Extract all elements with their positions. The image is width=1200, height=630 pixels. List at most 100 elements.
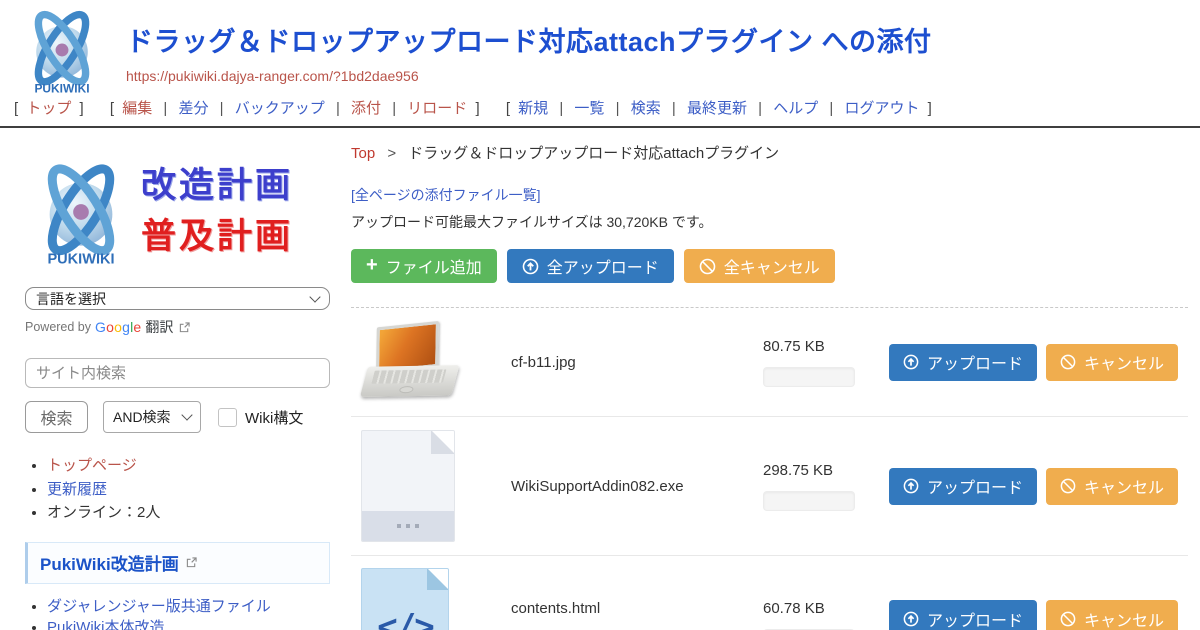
cancel-button[interactable]: キャンセル — [1046, 600, 1178, 630]
nav-item-recent[interactable]: 最終更新 — [687, 100, 747, 117]
plus-icon: + — [366, 255, 378, 275]
nav-item-list[interactable]: 一覧 — [574, 100, 604, 117]
sidebar-quick-links: トップページ 更新履歴 オンライン：2人 — [47, 455, 330, 525]
translate-link[interactable]: 翻訳 — [145, 317, 173, 337]
laptop-photo-thumbnail — [360, 322, 463, 401]
nav-item-help[interactable]: ヘルプ — [773, 100, 818, 117]
upload-all-button[interactable]: 全アップロード — [507, 249, 674, 283]
logo-wordmark: PUKIWIKI — [34, 81, 89, 95]
pukiwiki-logo[interactable]: PUKIWIKI — [16, 4, 108, 96]
pipe-separator: | — [392, 100, 396, 117]
header-text: ドラッグ＆ドロップアップロード対応attachプラグイン への添付 https:… — [126, 20, 932, 86]
sidebar-item-core-mod[interactable]: PukiWiki本体改造 — [47, 619, 165, 630]
all-attachments-link[interactable]: [全ページの添付ファイル一覧] — [351, 185, 541, 205]
sidebar: PUKIWIKI 改造計画 普及計画 言語を選択 Powered by Goog… — [0, 128, 345, 630]
sidebar-item-common-files[interactable]: ダジャレンジャー版共通ファイル — [47, 598, 271, 615]
nav-item-edit[interactable]: 編集 — [122, 100, 152, 117]
file-thumbnail — [351, 430, 511, 542]
powered-by-label: Powered by — [25, 320, 91, 334]
upload-toolbar: + ファイル追加 全アップロード 全キャンセル — [351, 249, 1188, 283]
file-name: contents.html — [511, 600, 761, 617]
html-file-icon: </> — [361, 568, 449, 630]
atom-icon: PUKIWIKI — [16, 4, 108, 96]
chevron-down-icon — [181, 409, 192, 420]
add-files-button[interactable]: + ファイル追加 — [351, 249, 497, 283]
file-size-cell: 80.75 KB — [761, 338, 881, 387]
pipe-separator: | — [616, 100, 620, 117]
ban-icon — [1060, 354, 1076, 370]
add-files-label: ファイル追加 — [386, 254, 482, 278]
page-url-link[interactable]: https://pukiwiki.dajya-ranger.com/?1bd2d… — [126, 68, 419, 84]
file-row: </> contents.html 60.78 KB — [351, 556, 1188, 630]
nav-item-new[interactable]: 新規 — [518, 100, 548, 117]
list-item: トップページ — [47, 455, 330, 478]
language-select[interactable]: 言語を選択 — [25, 287, 330, 310]
online-count: オンライン：2人 — [47, 504, 160, 521]
list-item: 更新履歴 — [47, 479, 330, 502]
cancel-button[interactable]: キャンセル — [1046, 344, 1178, 381]
bracket: ] — [80, 100, 84, 117]
slogan-line2: 普及計画 — [141, 212, 293, 263]
list-item: オンライン：2人 — [47, 502, 330, 525]
upload-button[interactable]: アップロード — [889, 344, 1037, 381]
file-name: WikiSupportAddin082.exe — [511, 478, 761, 495]
code-glyph: </> — [377, 607, 432, 630]
search-mode-select[interactable]: AND検索 — [103, 401, 201, 433]
top-navbar: [ トップ ] [ 編集 | 差分 | バックアップ | 添付 | リロード ]… — [0, 95, 1200, 128]
nav-item-diff[interactable]: 差分 — [178, 100, 208, 117]
nav-item-backup[interactable]: バックアップ — [235, 100, 325, 117]
search-button[interactable]: 検索 — [25, 401, 88, 433]
upload-button[interactable]: アップロード — [889, 468, 1037, 505]
file-row: WikiSupportAddin082.exe 298.75 KB アップロード — [351, 417, 1188, 556]
logo-wordmark: PUKIWIKI — [47, 252, 114, 268]
page-fold — [427, 568, 449, 590]
external-link-icon — [186, 557, 197, 568]
file-actions: アップロード キャンセル — [889, 600, 1178, 630]
breadcrumb-current: ドラッグ＆ドロップアップロード対応attachプラグイン — [408, 145, 779, 162]
nav-item-search[interactable]: 検索 — [631, 100, 661, 117]
list-item: ダジャレンジャー版共通ファイル — [47, 596, 330, 618]
google-translate-attribution: Powered by Google 翻訳 — [25, 317, 330, 337]
upload-button[interactable]: アップロード — [889, 600, 1037, 630]
pipe-separator: | — [672, 100, 676, 117]
file-size-cell: 298.75 KB — [761, 462, 881, 511]
arrow-circle-up-icon — [903, 478, 919, 494]
file-name: cf-b11.jpg — [511, 354, 761, 371]
bracket: [ — [506, 100, 510, 117]
search-mode-value: AND検索 — [113, 407, 171, 427]
section-title-link[interactable]: PukiWiki改造計画 — [40, 550, 179, 575]
arrow-circle-up-icon — [522, 258, 539, 275]
header: PUKIWIKI ドラッグ＆ドロップアップロード対応attachプラグイン への… — [0, 0, 1200, 95]
bracket: ] — [928, 100, 932, 117]
site-search-input[interactable] — [25, 358, 330, 388]
nav-item-reload[interactable]: リロード — [407, 100, 467, 117]
file-actions: アップロード キャンセル — [889, 344, 1178, 381]
upload-progress-bar — [763, 491, 855, 511]
upload-progress-bar — [763, 367, 855, 387]
arrow-circle-up-icon — [903, 611, 919, 627]
cancel-all-label: 全キャンセル — [724, 254, 820, 278]
pipe-separator: | — [758, 100, 762, 117]
nav-item-logout[interactable]: ログアウト — [844, 100, 919, 117]
sidebar-banner[interactable]: PUKIWIKI 改造計画 普及計画 — [25, 152, 330, 272]
external-link-icon — [179, 322, 190, 333]
upload-label: アップロード — [927, 474, 1023, 498]
wiki-syntax-checkbox[interactable] — [218, 408, 237, 427]
sidebar-item-top-page[interactable]: トップページ — [47, 457, 137, 474]
slogan-text: 改造計画 普及計画 — [141, 161, 293, 263]
sidebar-plugin-links: ダジャレンジャー版共通ファイル PukiWiki本体改造 PukiWikiテキス… — [47, 596, 330, 630]
sidebar-section-heading: PukiWiki改造計画 — [25, 542, 330, 584]
nav-group-page: [ 編集 | 差分 | バックアップ | 添付 | リロード ] — [106, 100, 488, 117]
sidebar-item-update-history[interactable]: 更新履歴 — [47, 481, 107, 498]
file-size: 60.78 KB — [763, 600, 881, 617]
breadcrumb-home[interactable]: Top — [351, 145, 375, 162]
cancel-all-button[interactable]: 全キャンセル — [684, 249, 835, 283]
pukiwiki-page: PUKIWIKI ドラッグ＆ドロップアップロード対応attachプラグイン への… — [0, 0, 1200, 630]
atom-icon: PUKIWIKI — [25, 152, 137, 272]
cancel-button[interactable]: キャンセル — [1046, 468, 1178, 505]
nav-item-top[interactable]: トップ — [26, 100, 71, 117]
upload-file-list: cf-b11.jpg 80.75 KB アップロード — [351, 307, 1188, 630]
bracket: [ — [14, 100, 18, 117]
nav-item-attach[interactable]: 添付 — [351, 100, 381, 117]
upload-all-label: 全アップロード — [547, 254, 659, 278]
